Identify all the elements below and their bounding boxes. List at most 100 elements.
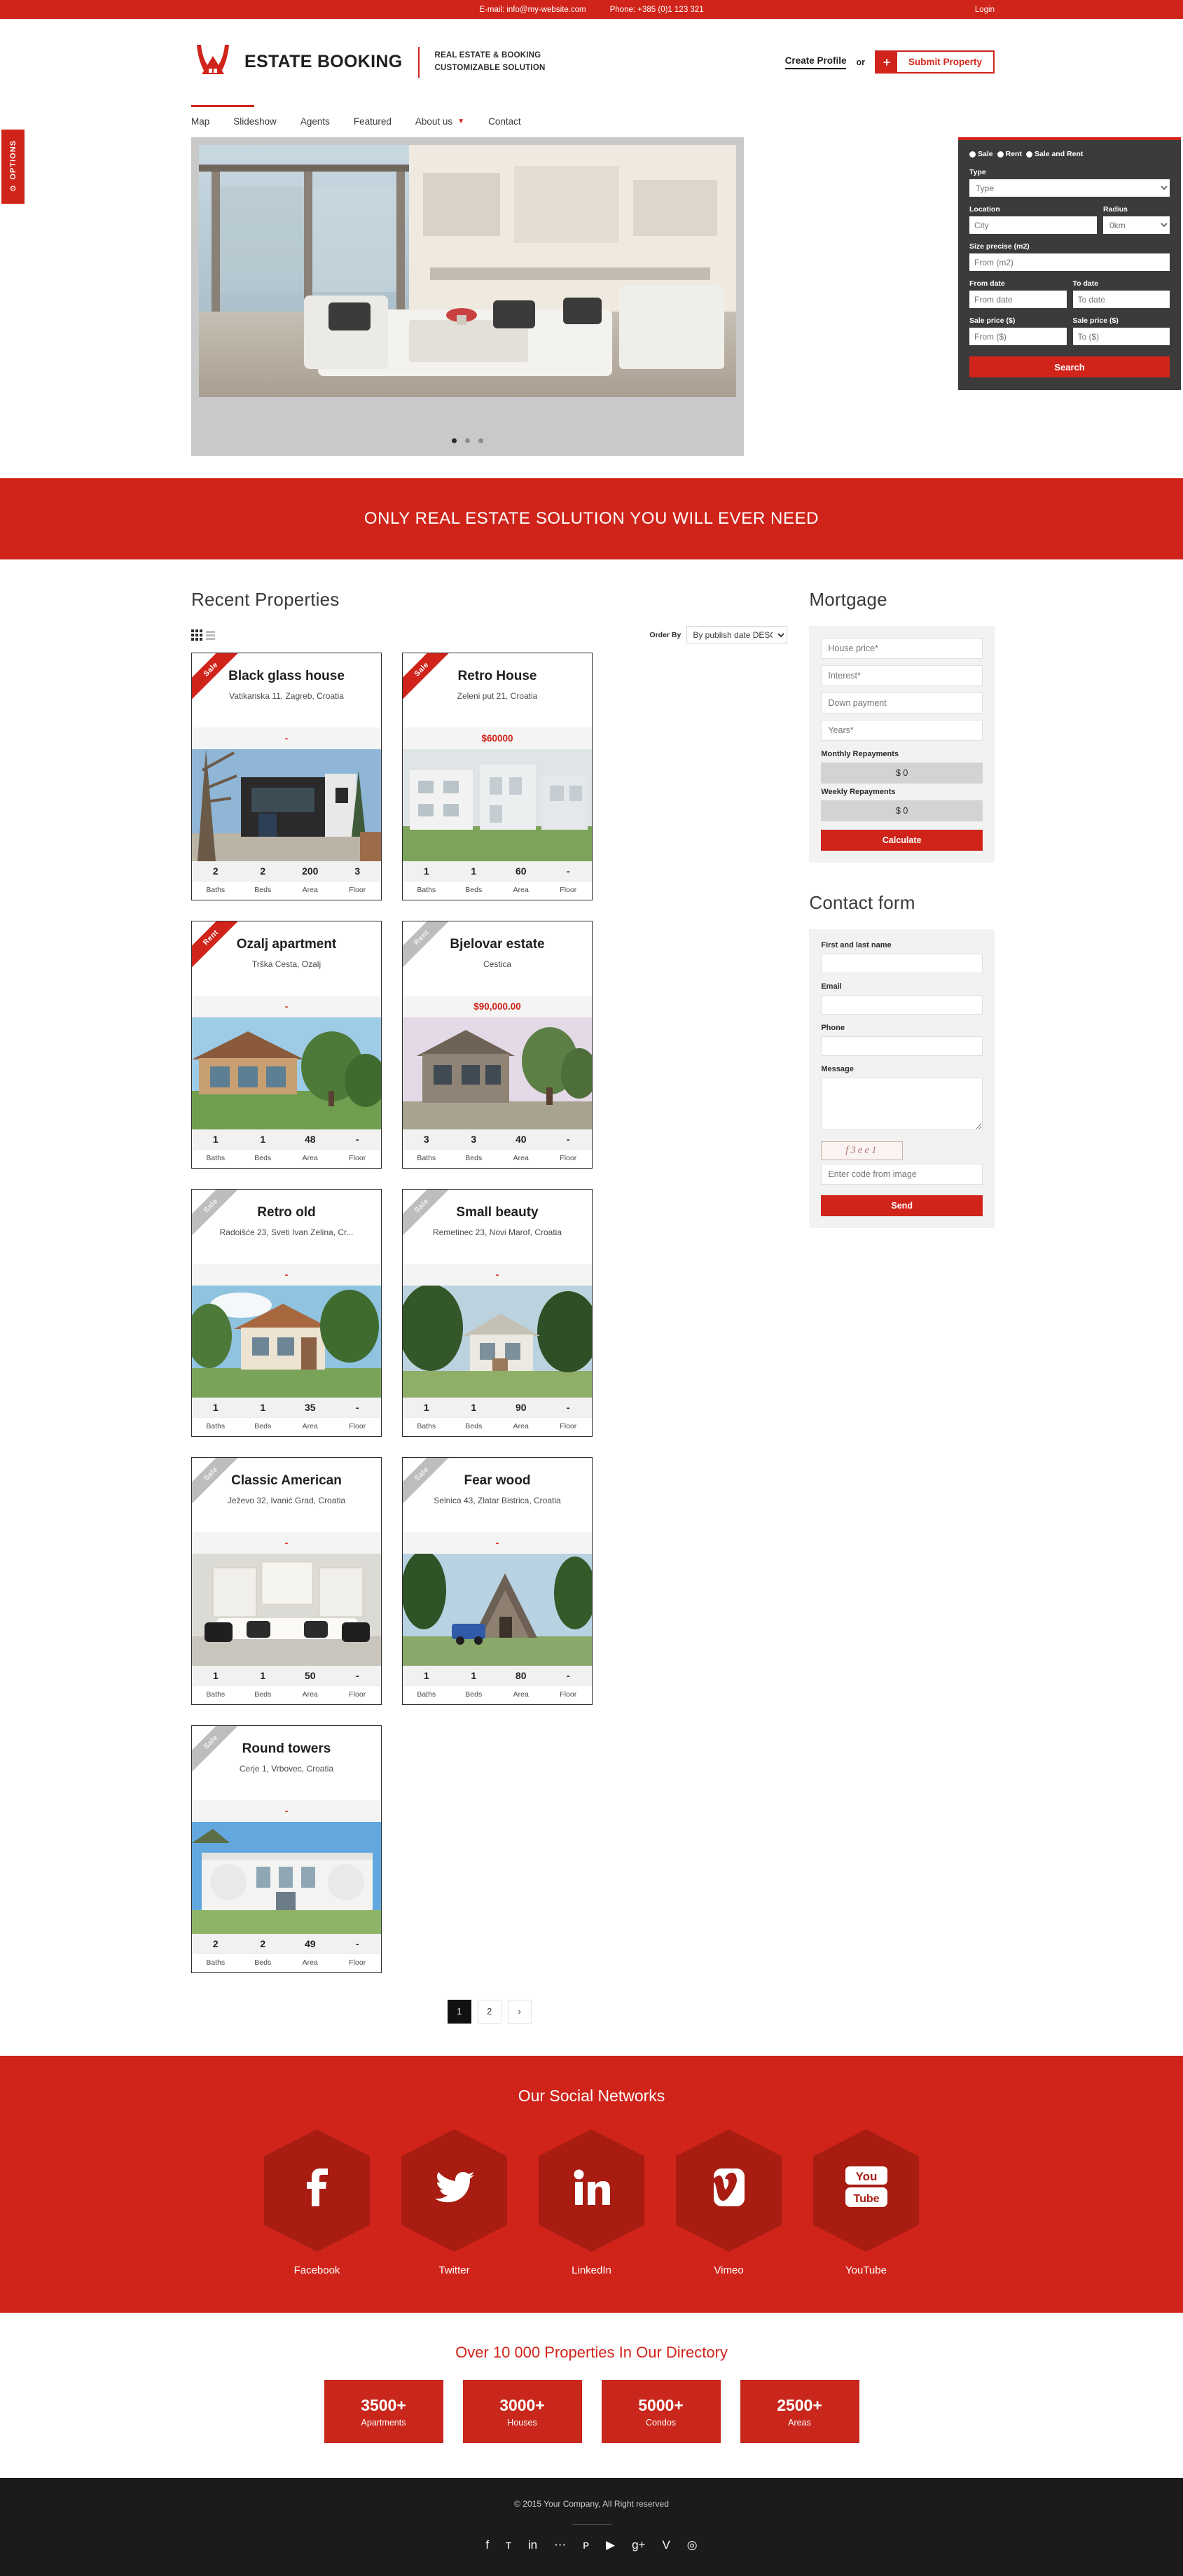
radius-select[interactable]: 0km — [1103, 216, 1170, 234]
vimeo-icon — [710, 2168, 745, 2213]
stat-baths-value: 2 — [212, 865, 219, 877]
nav-item-about-us[interactable]: About us ▼ — [415, 116, 464, 127]
contact-form-panel: First and last name Email Phone Message … — [809, 929, 995, 1228]
captcha-input[interactable] — [821, 1164, 983, 1185]
phone-input[interactable] — [821, 1036, 983, 1056]
location-input[interactable] — [969, 216, 1097, 234]
name-input[interactable] — [821, 954, 983, 973]
property-address: Selnica 43, Zlatar Bistrica, Croatia — [434, 1495, 561, 1505]
stat-baths-label: Baths — [417, 1422, 436, 1430]
message-label: Message — [821, 1065, 854, 1073]
page-2-button[interactable]: 2 — [477, 2000, 501, 2024]
linkedin-icon[interactable]: in — [528, 2539, 537, 2551]
down-payment-input[interactable] — [821, 692, 983, 713]
radio-sale-and-rent[interactable]: Sale and Rent — [1025, 150, 1083, 158]
slideshow-dots[interactable] — [191, 438, 744, 443]
grid-view-icon[interactable] — [191, 629, 202, 641]
radio-sale[interactable]: Sale — [969, 150, 993, 158]
property-stats-values: 3 3 40 - — [403, 1129, 592, 1149]
submit-property-button[interactable]: + Submit Property — [874, 50, 995, 74]
social-link-vimeo[interactable]: Vimeo — [676, 2129, 782, 2276]
stat-area-label: Area — [513, 886, 529, 894]
twitter-icon — [434, 2171, 474, 2211]
options-tab[interactable]: OPTIONS ⚙ — [0, 128, 26, 205]
interest-input[interactable] — [821, 665, 983, 686]
stat-area-value: 80 — [515, 1670, 527, 1681]
dribbble-icon[interactable]: ◎ — [687, 2539, 698, 2551]
brand-name: ESTATE BOOKING — [244, 52, 403, 71]
next-page-button[interactable]: › — [507, 2000, 532, 2024]
stat-area-label: Area — [513, 1154, 529, 1162]
facebook-hex — [264, 2129, 370, 2252]
property-card[interactable]: Sale Retro House Zeleni put 21, Croatia … — [402, 653, 593, 900]
calculate-button[interactable]: Calculate — [821, 830, 983, 851]
social-link-facebook[interactable]: Facebook — [264, 2129, 370, 2276]
search-button[interactable]: Search — [969, 356, 1170, 377]
svg-text:You: You — [855, 2170, 877, 2183]
google-plus-icon[interactable]: g+ — [632, 2539, 645, 2551]
stat-floor-value: - — [355, 1938, 359, 1949]
order-by-select[interactable]: By publish date DESC — [686, 626, 788, 644]
type-select[interactable]: Type — [969, 179, 1170, 197]
logo-block[interactable]: ESTATE BOOKING — [191, 41, 403, 84]
condos-count: 5000+ — [638, 2395, 684, 2414]
pinterest-icon[interactable]: ᴘ — [583, 2539, 589, 2551]
order-by-group: Order By By publish date DESC — [649, 626, 788, 644]
social-link-linkedin[interactable]: LinkedIn — [539, 2129, 644, 2276]
property-card[interactable]: Sale Classic American Ježevo 32, Ivanić … — [191, 1457, 382, 1705]
nav-item-agents[interactable]: Agents — [300, 116, 330, 127]
years-input[interactable] — [821, 720, 983, 741]
slide-dot-2[interactable] — [465, 438, 470, 443]
property-card[interactable]: Sale Retro old Radoišće 23, Sveti Ivan Z… — [191, 1189, 382, 1437]
from-date-input[interactable] — [969, 291, 1067, 308]
property-card[interactable]: Sale Black glass house Vatikanska 11, Za… — [191, 653, 382, 900]
twitter-icon[interactable]: ᴛ — [506, 2539, 511, 2551]
property-stats-values: 1 1 35 - — [192, 1398, 381, 1417]
vimeo-icon[interactable]: V — [662, 2539, 670, 2551]
slide-dot-1[interactable] — [452, 438, 457, 443]
social-links-row: Facebook Twitter LinkedIn Vimeo You Tube… — [0, 2129, 1183, 2276]
radio-rent[interactable]: Rent — [997, 150, 1022, 158]
social-link-twitter[interactable]: Twitter — [401, 2129, 507, 2276]
or-label: or — [856, 57, 865, 67]
page-1-button[interactable]: 1 — [447, 2000, 471, 2024]
price-from-input[interactable] — [969, 328, 1067, 345]
create-profile-link[interactable]: Create Profile — [784, 55, 847, 69]
to-date-label: To date — [1072, 279, 1099, 288]
send-button[interactable]: Send — [821, 1195, 983, 1216]
nav-item-featured[interactable]: Featured — [354, 116, 392, 127]
property-slideshow[interactable] — [191, 137, 744, 456]
login-link[interactable]: Login — [975, 6, 995, 14]
stat-baths-label: Baths — [206, 1422, 226, 1430]
youtube-icon[interactable]: ▶ — [606, 2539, 615, 2551]
message-textarea[interactable] — [821, 1078, 983, 1130]
size-input[interactable] — [969, 253, 1170, 271]
price-to-input[interactable] — [1072, 328, 1170, 345]
facebook-icon — [301, 2168, 333, 2213]
email-input[interactable] — [821, 995, 983, 1015]
property-address: Zeleni put 21, Croatia — [457, 690, 538, 701]
location-field-group: Location — [969, 205, 1097, 234]
nav-item-slideshow[interactable]: Slideshow — [233, 116, 277, 127]
phone-label: Phone — [821, 1024, 845, 1032]
facebook-icon[interactable]: f — [485, 2539, 489, 2551]
slide-dot-3[interactable] — [478, 438, 483, 443]
property-card[interactable]: Sale Round towers Cerje 1, Vrbovec, Croa… — [191, 1725, 382, 1973]
nav-item-map[interactable]: Map — [191, 116, 209, 127]
list-view-icon[interactable] — [206, 630, 215, 640]
nav-item-contact[interactable]: Contact — [488, 116, 521, 127]
location-label: Location — [969, 205, 1000, 214]
house-price-input[interactable] — [821, 638, 983, 659]
property-card[interactable]: Sale Fear wood Selnica 43, Zlatar Bistri… — [402, 1457, 593, 1705]
to-date-input[interactable] — [1072, 291, 1170, 308]
flickr-icon[interactable]: ⋯ — [554, 2539, 566, 2551]
social-link-youtube[interactable]: You Tube YouTube — [813, 2129, 919, 2276]
property-card[interactable]: Rent Ozalj apartment Trška Cesta, Ozalj … — [191, 921, 382, 1169]
stat-area-value: 40 — [515, 1134, 527, 1145]
property-card[interactable]: Sale Small beauty Remetinec 23, Novi Mar… — [402, 1189, 593, 1437]
property-card[interactable]: Rent Bjelovar estate Cestica $90,000.00 — [402, 921, 593, 1169]
property-photo — [192, 1017, 381, 1129]
property-grid: Sale Black glass house Vatikanska 11, Za… — [191, 653, 787, 1973]
stat-floor-label: Floor — [560, 886, 577, 894]
stat-floor-label: Floor — [349, 1690, 366, 1699]
